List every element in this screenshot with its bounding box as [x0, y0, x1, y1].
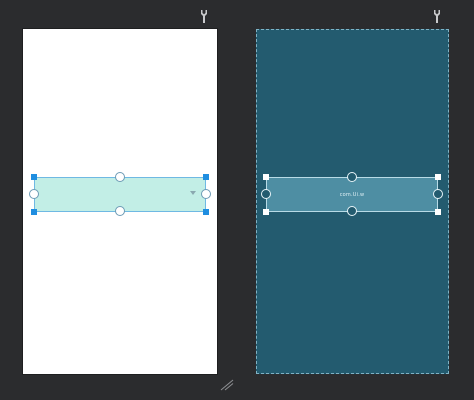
resize-handle-top-left[interactable] [263, 174, 269, 180]
layout-editor-canvas: com.Ui.w [0, 0, 474, 400]
resize-handle-top-right[interactable] [203, 174, 209, 180]
wrench-icon[interactable] [198, 9, 210, 23]
resize-handle-top-left[interactable] [31, 174, 37, 180]
constraint-anchor-right[interactable] [433, 189, 443, 199]
resize-handle-bottom-left[interactable] [263, 209, 269, 215]
constraint-anchor-bottom[interactable] [115, 206, 125, 216]
constraint-anchor-top[interactable] [115, 172, 125, 182]
constraint-anchor-right[interactable] [201, 189, 211, 199]
wrench-icon[interactable] [431, 9, 443, 23]
spinner-class-label: com.Ui.w [339, 191, 365, 198]
resize-handle-bottom-right[interactable] [203, 209, 209, 215]
dropdown-arrow-icon [190, 191, 196, 195]
constraint-anchor-top[interactable] [347, 172, 357, 182]
resize-handle-bottom-right[interactable] [435, 209, 441, 215]
constraint-anchor-bottom[interactable] [347, 206, 357, 216]
resize-handle-bottom-left[interactable] [31, 209, 37, 215]
constraint-anchor-left[interactable] [29, 189, 39, 199]
resize-handle-top-right[interactable] [435, 174, 441, 180]
constraint-anchor-left[interactable] [261, 189, 271, 199]
resize-grip-icon[interactable] [219, 376, 235, 391]
